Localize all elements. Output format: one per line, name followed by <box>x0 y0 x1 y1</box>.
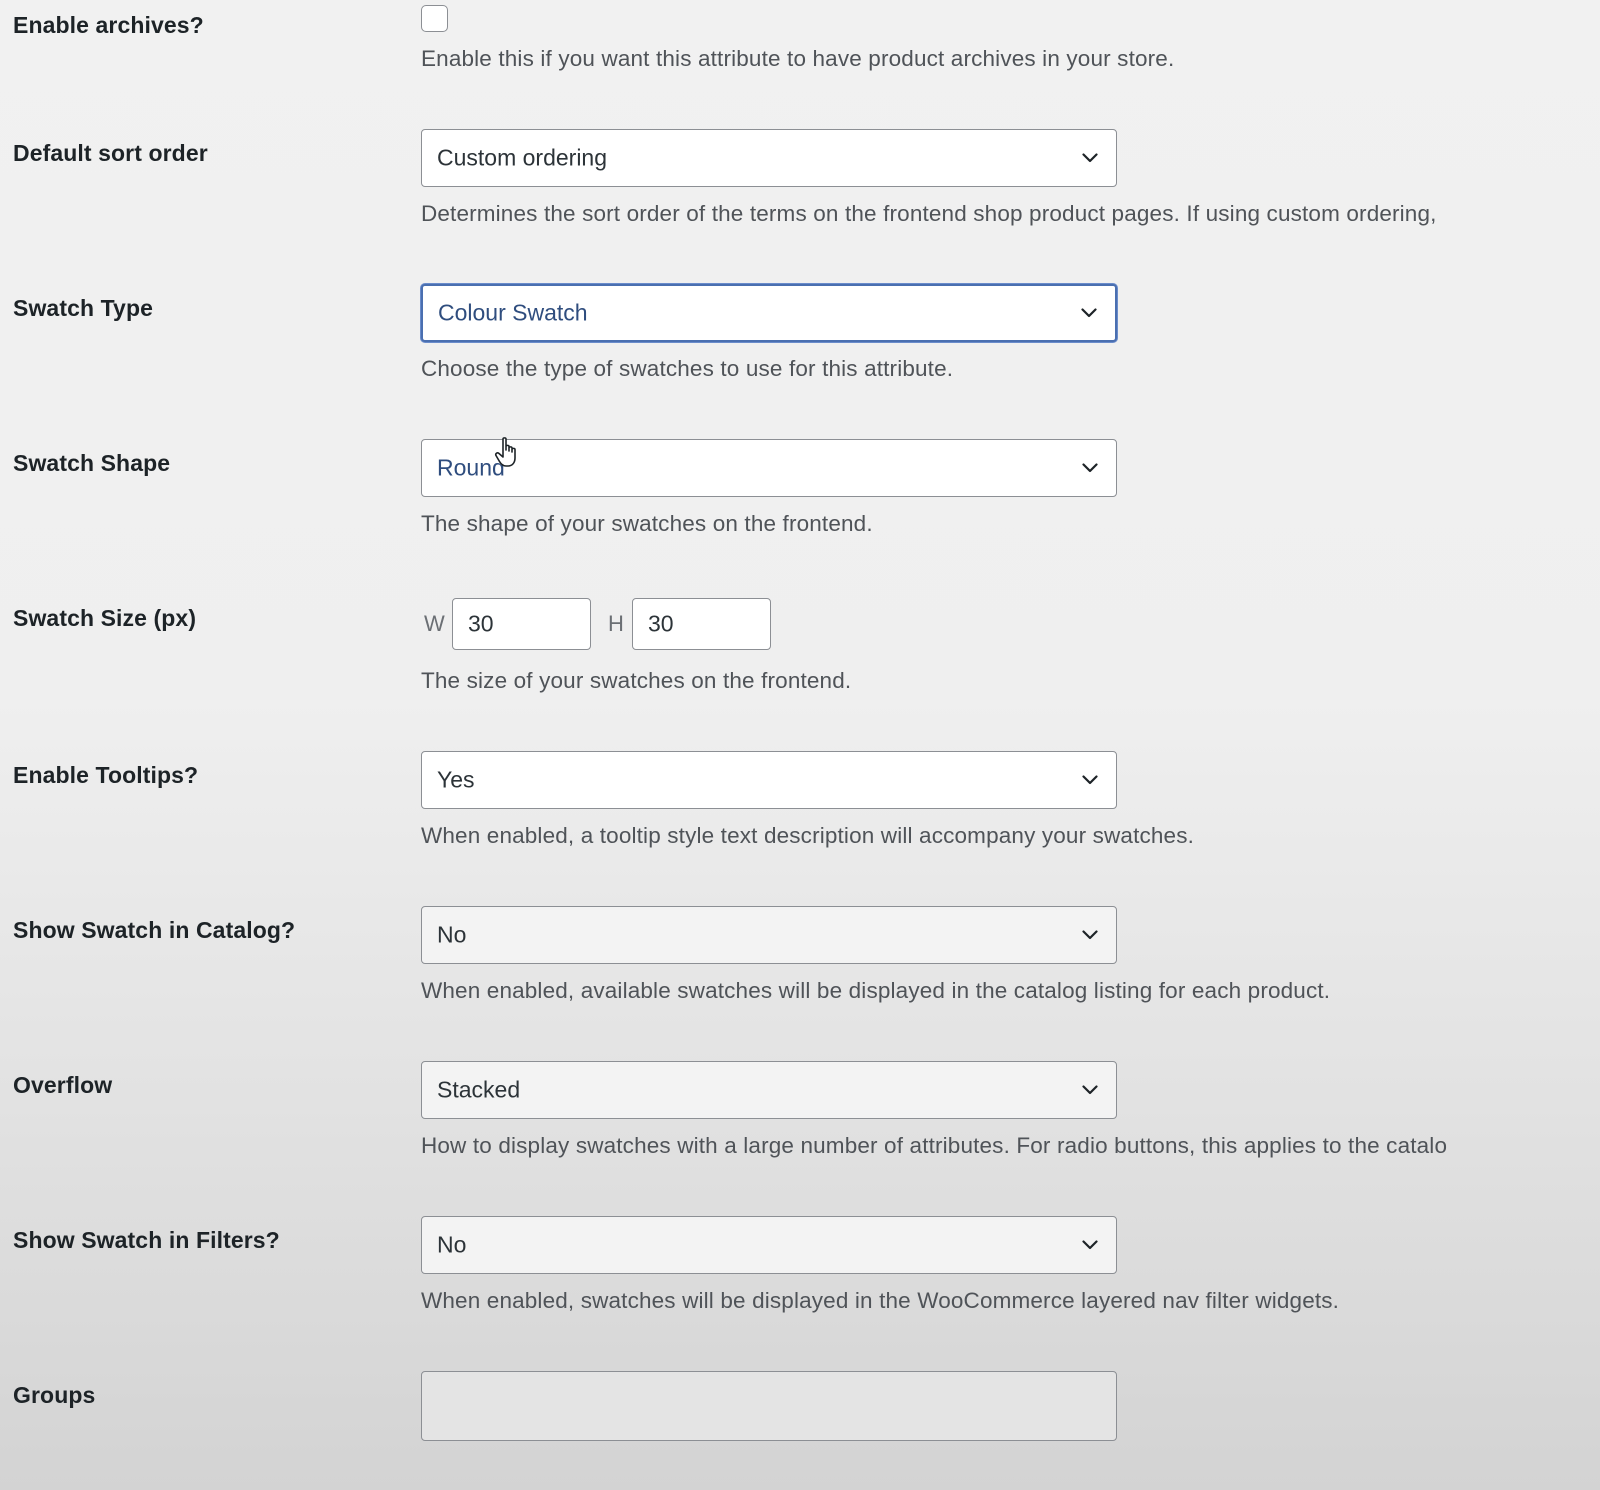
show-in-filters-label: Show Swatch in Filters? <box>13 1227 280 1253</box>
default-sort-order-value: Custom ordering <box>437 144 608 171</box>
overflow-label: Overflow <box>13 1072 113 1098</box>
swatch-shape-description: The shape of your swatches on the fronte… <box>421 511 873 536</box>
swatch-shape-label: Swatch Shape <box>13 450 171 476</box>
swatch-size-description: The size of your swatches on the fronten… <box>421 668 852 693</box>
swatch-height-value: 30 <box>648 610 674 637</box>
overflow-value: Stacked <box>437 1076 521 1103</box>
swatch-shape-select[interactable]: Round <box>421 439 1117 497</box>
chevron-down-icon <box>1082 1240 1098 1250</box>
swatch-width-prefix: W <box>424 611 445 636</box>
default-sort-order-label: Default sort order <box>13 140 208 166</box>
default-sort-order-select[interactable]: Custom ordering <box>421 129 1117 187</box>
show-in-catalog-select[interactable]: No <box>421 906 1117 964</box>
enable-archives-checkbox[interactable] <box>421 5 448 32</box>
chevron-down-icon <box>1082 463 1098 473</box>
show-in-catalog-label: Show Swatch in Catalog? <box>13 917 296 943</box>
show-in-filters-value: No <box>437 1231 467 1258</box>
show-in-filters-select[interactable]: No <box>421 1216 1117 1274</box>
enable-tooltips-select[interactable]: Yes <box>421 751 1117 809</box>
default-sort-order-description: Determines the sort order of the terms o… <box>421 201 1437 226</box>
swatch-width-value: 30 <box>468 610 494 637</box>
swatch-height-input[interactable]: 30 <box>632 598 771 650</box>
show-in-catalog-value: No <box>437 921 467 948</box>
swatch-type-label: Swatch Type <box>13 295 153 321</box>
enable-archives-label: Enable archives? <box>13 12 204 38</box>
swatch-type-description: Choose the type of swatches to use for t… <box>421 356 954 381</box>
swatch-type-value: Colour Swatch <box>438 299 588 326</box>
swatch-width-input[interactable]: 30 <box>452 598 591 650</box>
chevron-down-icon <box>1082 775 1098 785</box>
enable-tooltips-value: Yes <box>437 766 475 793</box>
overflow-description: How to display swatches with a large num… <box>421 1133 1448 1158</box>
overflow-select[interactable]: Stacked <box>421 1061 1117 1119</box>
show-in-filters-description: When enabled, swatches will be displayed… <box>421 1288 1340 1313</box>
enable-tooltips-description: When enabled, a tooltip style text descr… <box>421 823 1195 848</box>
swatch-type-select[interactable]: Colour Swatch <box>421 284 1117 342</box>
chevron-down-icon <box>1081 308 1097 318</box>
groups-input[interactable] <box>421 1371 1117 1441</box>
enable-archives-description: Enable this if you want this attribute t… <box>421 46 1175 71</box>
swatch-height-prefix: H <box>608 611 624 636</box>
swatch-size-label: Swatch Size (px) <box>13 605 197 631</box>
hand-pointer-icon <box>494 437 516 467</box>
show-in-catalog-description: When enabled, available swatches will be… <box>421 978 1331 1003</box>
chevron-down-icon <box>1082 1085 1098 1095</box>
groups-label: Groups <box>13 1382 96 1408</box>
enable-tooltips-label: Enable Tooltips? <box>13 762 199 788</box>
chevron-down-icon <box>1082 930 1098 940</box>
chevron-down-icon <box>1082 153 1098 163</box>
